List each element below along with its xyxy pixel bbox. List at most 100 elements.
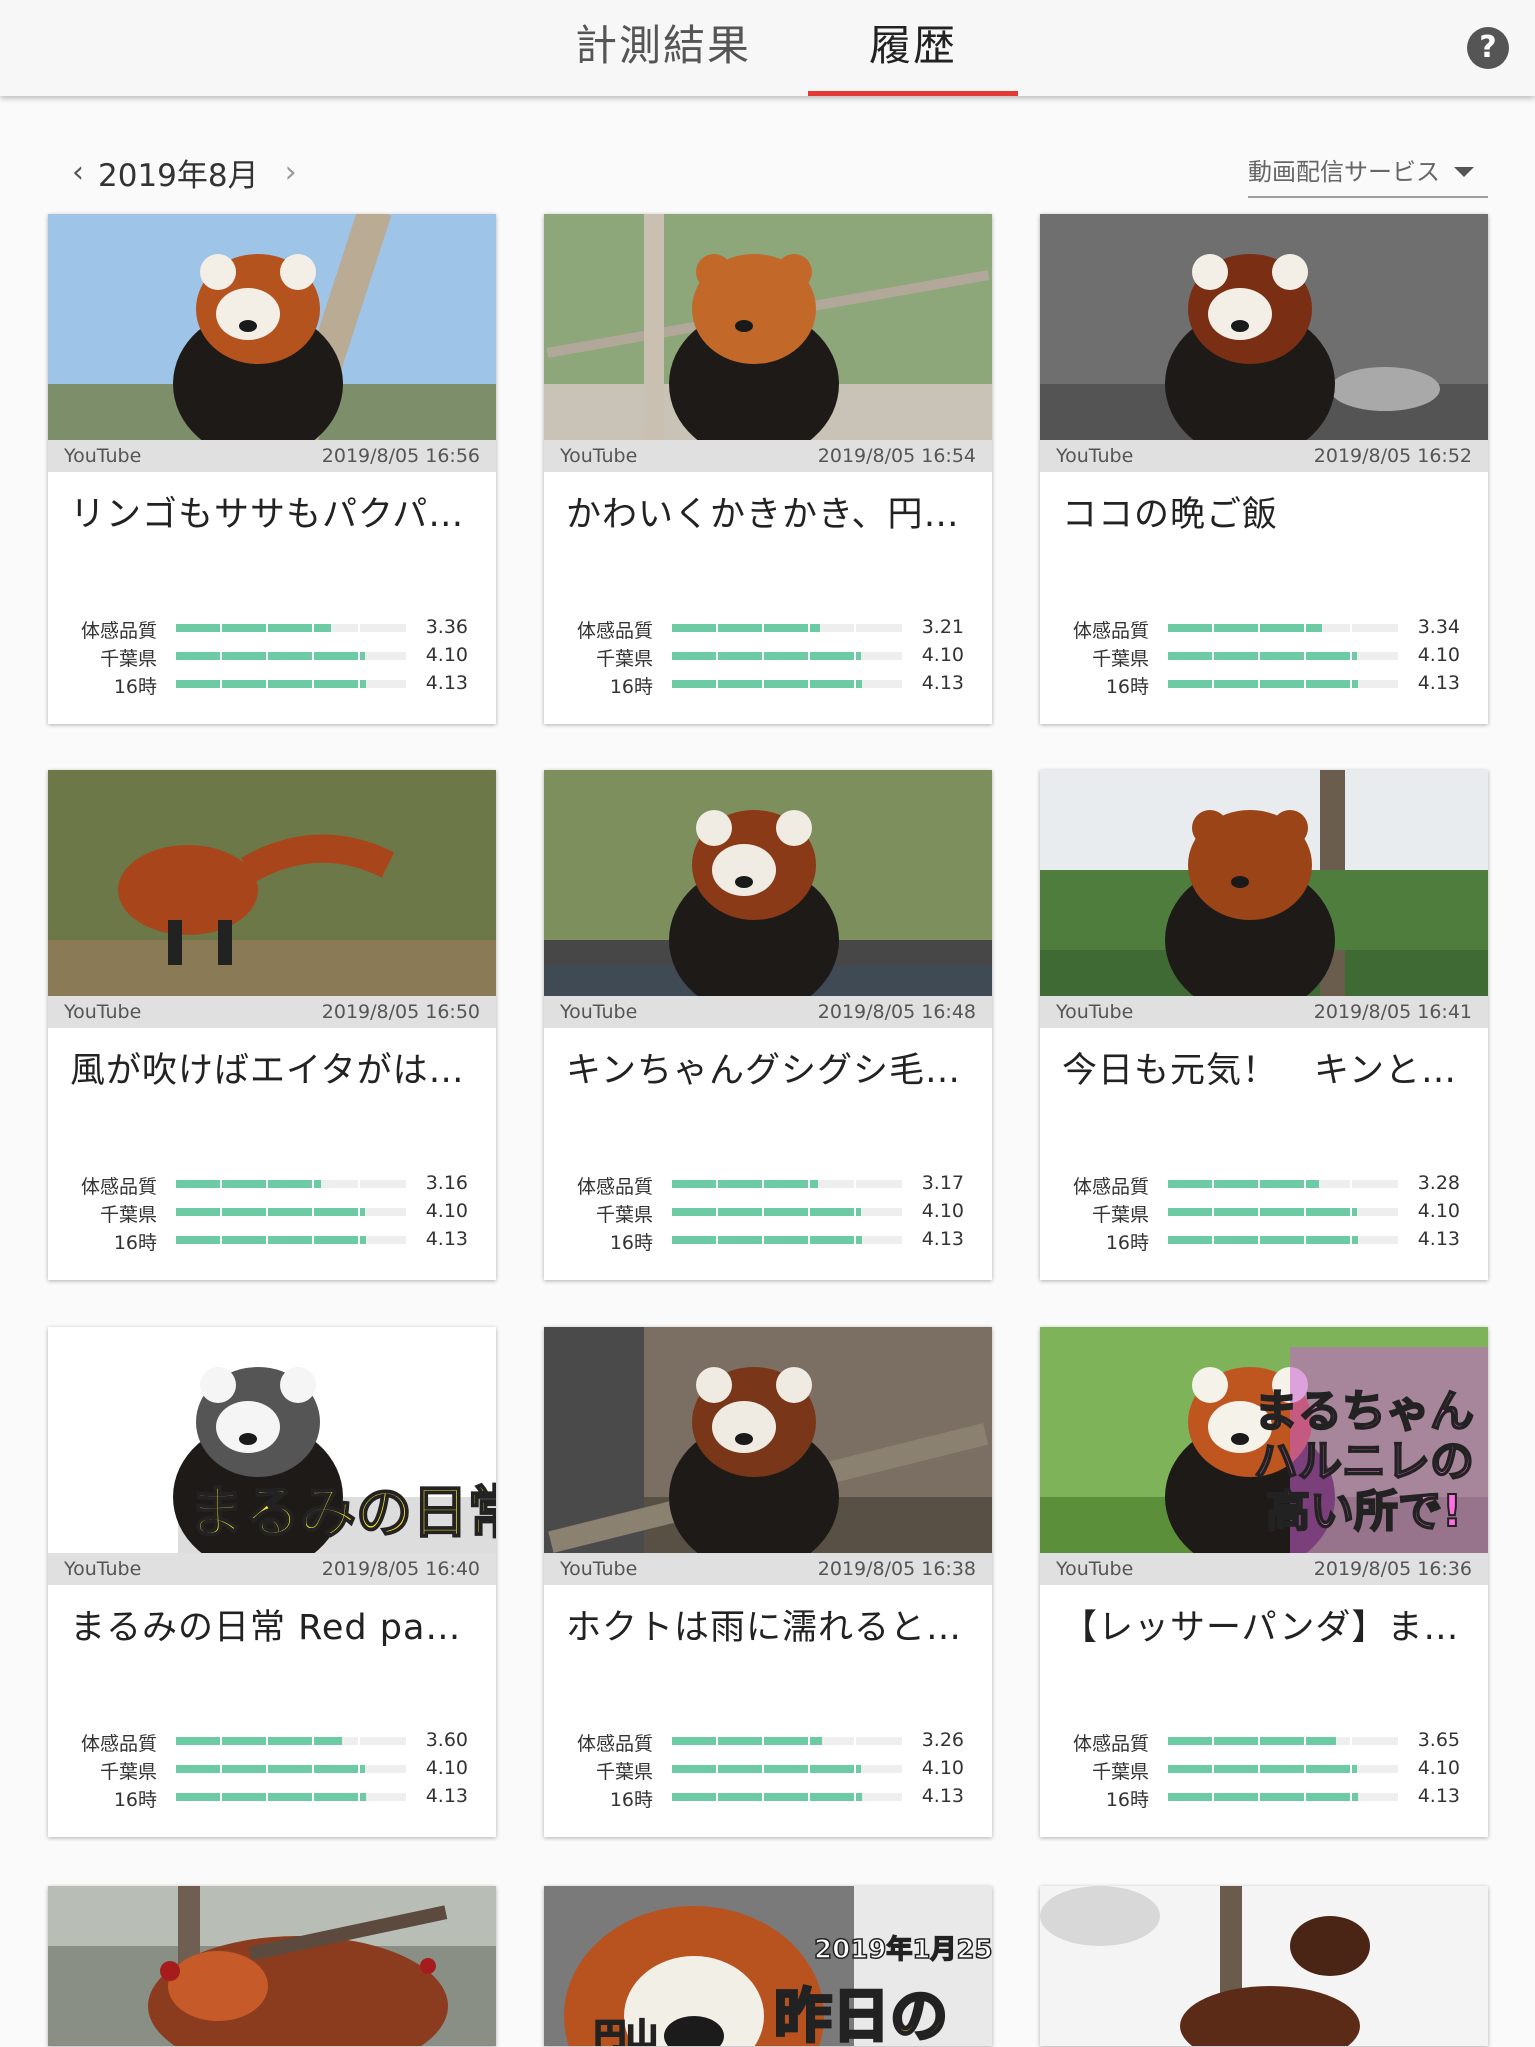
metric-value: 4.13 (425, 672, 468, 694)
measured-date: 2019/8/05 16:40 (321, 1558, 480, 1580)
score-bar-track (672, 680, 902, 688)
metric-value: 4.10 (921, 1200, 964, 1222)
score-bar-fill (672, 1737, 822, 1745)
history-card[interactable]: YouTube 2019/8/05 16:54 かわいくかきかき、円山動物園体感品質… (544, 214, 992, 724)
score-bar-fill (672, 1236, 862, 1244)
history-card[interactable]: YouTube 2019/8/05 16:52 ココの晩ご飯 体感品質 3.34 千葉県 4… (1040, 214, 1488, 724)
history-card[interactable]: YouTube 2019/8/05 16:50 風が吹けばエイタがはしる 体感品質 3.… (48, 770, 496, 1280)
metric-row-hour: 16時 4.13 (48, 670, 496, 698)
thumbnail-caption: まるみの日常 (188, 1481, 496, 1546)
history-card-partial[interactable]: 2019年1月25日 昨日の 円山 (544, 1886, 992, 2046)
metric-row-quality: 体感品質 3.17 (544, 1170, 992, 1198)
metric-row-region: 千葉県 4.10 (544, 1755, 992, 1783)
metric-row-quality: 体感品質 3.21 (544, 614, 992, 642)
history-card[interactable]: YouTube 2019/8/05 16:56 リンゴもササもパクパクパク体感品質 3… (48, 214, 496, 724)
card-meta-bar: YouTube 2019/8/05 16:54 (544, 440, 992, 472)
score-bar-fill (672, 652, 861, 660)
metric-label: 16時 (113, 1789, 157, 1811)
history-card-partial[interactable] (1040, 1886, 1488, 2046)
metric-value: 4.10 (1417, 644, 1460, 666)
metric-row-quality: 体感品質 3.26 (544, 1727, 992, 1755)
metric-value: 3.16 (425, 1172, 468, 1194)
history-card[interactable]: YouTube 2019/8/05 16:41 今日も元気！ キンとコウ 体感品質 3.… (1040, 770, 1488, 1280)
metric-value: 4.13 (425, 1785, 468, 1807)
history-card-partial[interactable] (48, 1886, 496, 2046)
video-thumbnail (48, 1886, 496, 2046)
metric-row-hour: 16時 4.13 (48, 1783, 496, 1811)
score-bar-track (672, 624, 902, 632)
card-meta-bar: YouTube 2019/8/05 16:41 (1040, 996, 1488, 1028)
history-card[interactable]: まるちゃんハルニレの高い所で! YouTube 2019/8/05 16:36 【レッ… (1040, 1327, 1488, 1837)
measured-date: 2019/8/05 16:52 (1313, 445, 1472, 467)
metric-row-hour: 16時 4.13 (1040, 1783, 1488, 1811)
metric-value: 4.13 (921, 1228, 964, 1250)
service-name: YouTube (1056, 445, 1134, 467)
score-bar-fill (1168, 1793, 1358, 1801)
video-thumbnail (544, 1327, 992, 1553)
metric-value: 3.65 (1417, 1729, 1460, 1751)
metric-row-region: 千葉県 4.10 (48, 1198, 496, 1226)
measured-date: 2019/8/05 16:48 (817, 1001, 976, 1023)
metric-row-hour: 16時 4.13 (48, 1226, 496, 1254)
score-bar-fill (1168, 1180, 1319, 1188)
metric-label: 千葉県 (99, 648, 157, 670)
score-bar-fill (672, 1208, 861, 1216)
metric-label: 千葉県 (1091, 648, 1149, 670)
video-thumbnail (1040, 770, 1488, 996)
score-bar-track (176, 1236, 406, 1244)
card-meta-bar: YouTube 2019/8/05 16:38 (544, 1553, 992, 1585)
score-bar-fill (1168, 1236, 1358, 1244)
score-bar-track (176, 680, 406, 688)
metric-label: 体感品質 (80, 1176, 157, 1198)
score-bar-fill (176, 680, 366, 688)
chevron-left-icon[interactable]: ‹ (58, 155, 98, 190)
video-thumbnail: まるみの日常 (48, 1327, 496, 1553)
metric-label: 16時 (609, 1232, 653, 1254)
tab-measurement-results[interactable]: 計測結果 (558, 0, 768, 96)
thumbnail-caption: 昨日の (774, 1982, 948, 2046)
metric-label: 16時 (609, 1789, 653, 1811)
service-name: YouTube (1056, 1558, 1134, 1580)
score-bar-fill (1168, 1208, 1357, 1216)
video-title: キンちゃんグシグシ毛づくろい (566, 1051, 974, 1091)
score-bar-track (1168, 1236, 1398, 1244)
score-bar-track (1168, 1765, 1398, 1773)
tab-history[interactable]: 履歴 (808, 0, 1018, 96)
thumbnail-caption-place: 円山 (594, 2016, 658, 2046)
score-bar-fill (672, 680, 862, 688)
metric-value: 3.28 (1417, 1172, 1460, 1194)
score-bar-track (176, 1737, 406, 1745)
help-icon[interactable]: ? (1467, 27, 1509, 69)
metric-value: 3.17 (921, 1172, 964, 1194)
history-card[interactable]: YouTube 2019/8/05 16:48 キンちゃんグシグシ毛づくろい体感品質… (544, 770, 992, 1280)
metric-label: 体感品質 (1072, 1733, 1149, 1755)
history-card[interactable]: YouTube 2019/8/05 16:38 ホクトは雨に濡れるとどうなる体感品質… (544, 1327, 992, 1837)
measured-date: 2019/8/05 16:38 (817, 1558, 976, 1580)
measured-date: 2019/8/05 16:41 (1313, 1001, 1472, 1023)
metric-value: 4.10 (425, 1200, 468, 1222)
metric-row-region: 千葉県 4.10 (544, 642, 992, 670)
measured-date: 2019/8/05 16:36 (1313, 1558, 1472, 1580)
service-name: YouTube (1056, 1001, 1134, 1023)
metric-value: 4.10 (921, 644, 964, 666)
card-meta-bar: YouTube 2019/8/05 16:52 (1040, 440, 1488, 472)
metric-label: 千葉県 (595, 648, 653, 670)
metric-label: 千葉県 (1091, 1761, 1149, 1783)
measured-date: 2019/8/05 16:50 (321, 1001, 480, 1023)
service-filter-select[interactable]: 動画配信サービス (1248, 150, 1488, 198)
video-title: ホクトは雨に濡れるとどうなる (566, 1608, 974, 1648)
chevron-right-icon[interactable]: › (271, 155, 311, 190)
metric-row-hour: 16時 4.13 (1040, 1226, 1488, 1254)
score-bar-fill (1168, 1765, 1357, 1773)
score-bar-track (1168, 680, 1398, 688)
score-bar-track (1168, 1208, 1398, 1216)
score-bar-fill (1168, 624, 1322, 632)
metric-label: 千葉県 (99, 1204, 157, 1226)
metric-value: 4.10 (425, 644, 468, 666)
metric-label: 体感品質 (80, 620, 157, 642)
service-name: YouTube (560, 1558, 638, 1580)
history-card[interactable]: まるみの日常 YouTube 2019/8/05 16:40 まるみの日常 Red p… (48, 1327, 496, 1837)
metric-row-hour: 16時 4.13 (544, 1226, 992, 1254)
metric-label: 体感品質 (1072, 1176, 1149, 1198)
metric-value: 4.13 (921, 672, 964, 694)
